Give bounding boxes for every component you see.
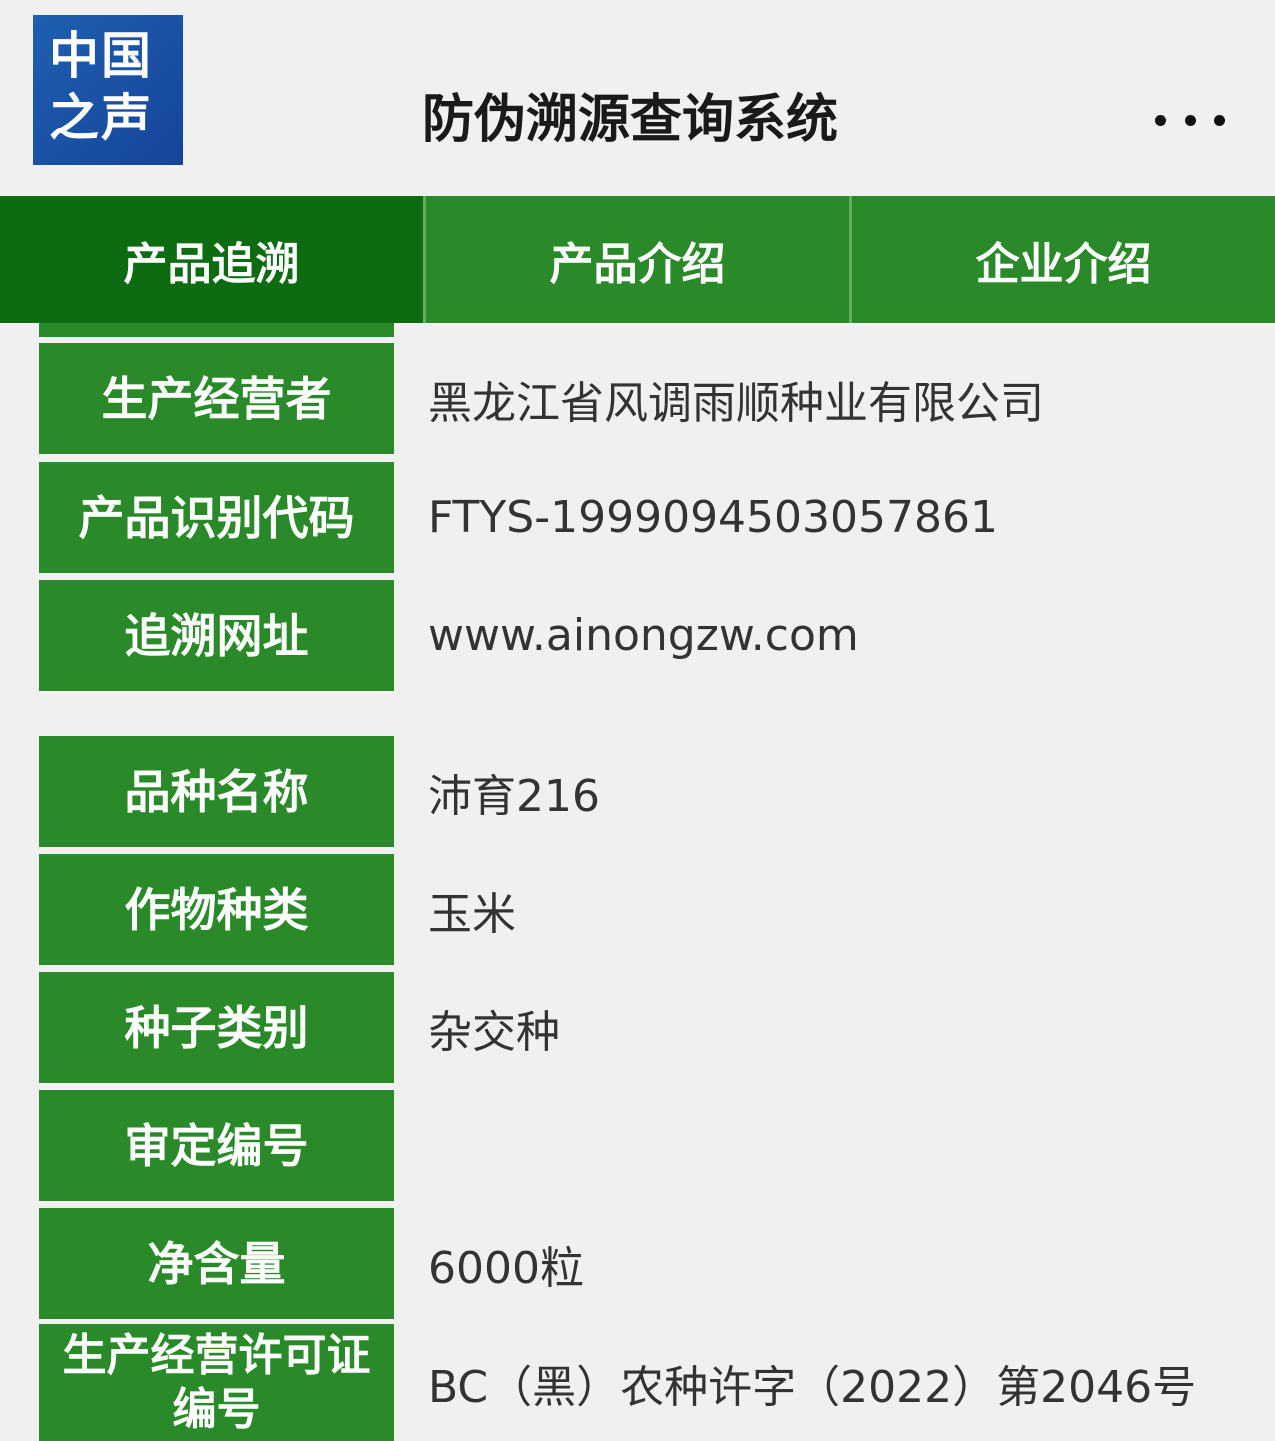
tab-product-intro[interactable]: 产品介绍 <box>426 196 852 323</box>
app-header: 中国 之声 防伪溯源查询系统 <box>0 0 1275 196</box>
info-row: 生产经营者 黑龙江省风调雨顺种业有限公司 <box>0 343 1275 454</box>
logo-text-line2: 之声 <box>49 89 153 147</box>
tab-product-trace[interactable]: 产品追溯 <box>0 196 426 323</box>
info-row: 追溯网址 www.ainongzw.com <box>0 580 1275 691</box>
info-row: 产品识别代码 FTYS-1999094503057861 <box>0 462 1275 573</box>
logo-text-line1: 中国 <box>49 27 153 85</box>
row-label: 种子类别 <box>39 972 394 1083</box>
row-value: 6000粒 <box>428 1242 584 1294</box>
more-horizontal-icon <box>1214 114 1225 126</box>
row-label: 生产经营者 <box>39 343 394 454</box>
tab-company-intro[interactable]: 企业介绍 <box>852 196 1275 323</box>
row-label: 审定编号 <box>39 1090 394 1201</box>
row-label: 产品识别代码 <box>39 462 394 573</box>
cnr-logo: 中国 之声 <box>33 15 183 165</box>
row-label: 品种名称 <box>39 736 394 847</box>
info-row: 品种名称 沛育216 <box>0 736 1275 847</box>
row-value: 黑龙江省风调雨顺种业有限公司 <box>428 377 1044 429</box>
tab-bar: 产品追溯 产品介绍 企业介绍 <box>0 196 1275 323</box>
more-menu-button[interactable] <box>1155 100 1225 140</box>
trace-url-link[interactable]: www.ainongzw.com <box>428 580 1258 691</box>
info-row: 净含量 6000粒 <box>0 1208 1275 1319</box>
more-horizontal-icon <box>1184 114 1196 126</box>
info-row: 审定编号 <box>0 1090 1275 1201</box>
row-label: 生产经营许可证编号 <box>39 1324 394 1441</box>
row-label: 追溯网址 <box>39 580 394 691</box>
row-value: 沛育216 <box>428 770 600 822</box>
info-row: 生产经营许可证编号 BC（黑）农种许字（2022）第2046号 <box>0 1324 1275 1441</box>
info-row: 种子类别 杂交种 <box>0 972 1275 1083</box>
info-row: 作物种类 玉米 <box>0 854 1275 965</box>
row-value: BC（黑）农种许字（2022）第2046号 <box>428 1361 1197 1413</box>
row-label: 作物种类 <box>39 854 394 965</box>
row-value: 玉米 <box>428 888 516 940</box>
row-value: FTYS-1999094503057861 <box>428 492 999 543</box>
previous-row-edge <box>39 323 394 337</box>
row-value <box>428 1090 1258 1201</box>
row-label: 净含量 <box>39 1208 394 1319</box>
row-value: 杂交种 <box>428 1006 560 1058</box>
page-title: 防伪溯源查询系统 <box>422 90 839 150</box>
more-horizontal-icon <box>1155 114 1166 126</box>
